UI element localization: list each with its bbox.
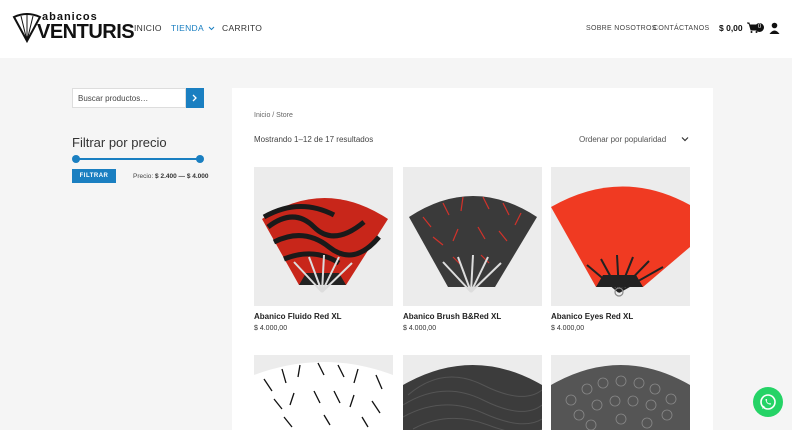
site-header: abanicos VENTURIS INICIO TIENDA CARRITO … xyxy=(0,0,792,58)
nav-carrito[interactable]: CARRITO xyxy=(222,23,262,33)
product-image[interactable] xyxy=(551,167,690,306)
fan-red-swirl-image xyxy=(254,167,393,306)
fan-bw-brush-image xyxy=(254,355,393,430)
filter-button[interactable]: FILTRAR xyxy=(72,169,116,183)
nav-sobre-nosotros[interactable]: SOBRE NOSOTROS xyxy=(586,25,657,32)
cart-count-badge: 0 xyxy=(755,23,764,32)
user-icon[interactable] xyxy=(769,22,780,34)
product-image[interactable] xyxy=(254,167,393,306)
whatsapp-button[interactable] xyxy=(753,387,783,417)
chevron-down-icon xyxy=(208,26,215,31)
site-logo[interactable]: abanicos VENTURIS xyxy=(12,11,135,43)
product-title[interactable]: Abanico Fluido Red XL xyxy=(254,312,342,321)
fan-dark-pattern-image xyxy=(403,355,542,430)
product-image[interactable] xyxy=(403,167,542,306)
whatsapp-icon xyxy=(760,394,776,410)
product-title[interactable]: Abanico Brush B&Red XL xyxy=(403,312,501,321)
fan-grey-pattern-image xyxy=(551,355,690,430)
product-price: $ 4.000,00 xyxy=(551,325,585,332)
product-image[interactable] xyxy=(403,355,542,430)
nav-tienda[interactable]: TIENDA xyxy=(171,23,215,33)
search-input[interactable] xyxy=(72,88,186,108)
filter-title: Filtrar por precio xyxy=(72,135,167,150)
search-arrow-icon xyxy=(192,94,197,102)
price-slider-max-handle[interactable] xyxy=(196,155,204,163)
price-label: Precio: xyxy=(133,173,154,180)
orderby-value: Ordenar por popularidad xyxy=(579,135,667,144)
price-slider-min-handle[interactable] xyxy=(72,155,80,163)
fan-brush-image xyxy=(403,167,542,306)
price-slider-track[interactable] xyxy=(75,158,200,160)
logo-main-text: VENTURIS xyxy=(37,21,135,43)
orderby-select[interactable]: Ordenar por popularidad xyxy=(579,135,691,144)
product-price: $ 4.000,00 xyxy=(254,325,288,332)
price-range-value: $ 2.400 — $ 4.000 xyxy=(155,173,209,180)
chevron-down-icon xyxy=(681,137,689,142)
product-image[interactable] xyxy=(254,355,393,430)
product-title[interactable]: Abanico Eyes Red XL xyxy=(551,312,633,321)
search-button[interactable] xyxy=(186,88,204,108)
price-range: Precio: $ 2.400 — $ 4.000 xyxy=(133,173,209,180)
results-count: Mostrando 1–12 de 17 resultados xyxy=(254,135,374,144)
nav-contactanos[interactable]: CONTÁCTANOS xyxy=(653,25,709,32)
nav-tienda-label: TIENDA xyxy=(171,23,204,33)
breadcrumb[interactable]: Inicio / Store xyxy=(254,112,293,119)
product-image[interactable] xyxy=(551,355,690,430)
product-price: $ 4.000,00 xyxy=(403,325,437,332)
nav-inicio[interactable]: INICIO xyxy=(134,23,162,33)
fan-eyes-red-image xyxy=(551,167,690,306)
cart-total[interactable]: $ 0,00 xyxy=(719,23,743,33)
